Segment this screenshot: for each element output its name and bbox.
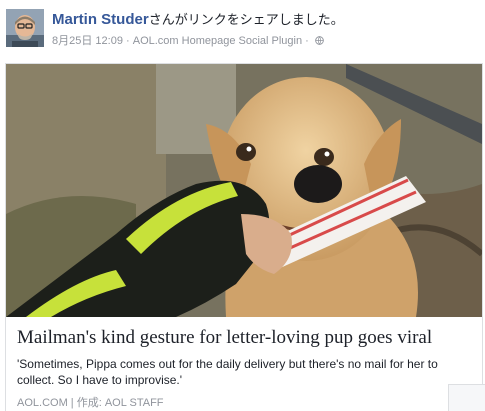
post-source-link[interactable]: AOL.com Homepage Social Plugin: [133, 35, 302, 47]
article-byline: 作成: AOL STAFF: [76, 397, 164, 409]
partial-side-widget: [448, 384, 485, 411]
meta-separator: ·: [126, 35, 130, 47]
article-title-link[interactable]: Mailman's kind gesture for letter-loving…: [17, 326, 477, 350]
article-description: 'Sometimes, Pippa comes out for the dail…: [17, 357, 438, 387]
user-avatar[interactable]: [6, 9, 44, 47]
share-action-text: さんがリンクをシェアしました。: [148, 13, 344, 28]
link-preview-card[interactable]: Mailman's kind gesture for letter-loving…: [5, 63, 483, 411]
post-meta: 8月25日 12:09 · AOL.com Homepage Social Pl…: [52, 34, 324, 48]
article-photo[interactable]: [6, 64, 482, 317]
post-headline: Martin Studerさんがリンクをシェアしました。: [52, 11, 344, 30]
author-name-link[interactable]: Martin Studer: [52, 11, 149, 28]
meta-separator-2: ·: [305, 35, 309, 47]
card-text: Mailman's kind gesture for letter-loving…: [17, 326, 477, 410]
globe-icon[interactable]: [315, 36, 324, 45]
post-header: Martin Studerさんがリンクをシェアしました。 8月25日 12:09…: [0, 0, 485, 62]
source-divider: |: [70, 397, 74, 409]
article-site: AOL.COM: [17, 397, 68, 409]
post-timestamp[interactable]: 8月25日 12:09: [52, 35, 123, 47]
article-source-line: AOL.COM | 作成: AOL STAFF: [17, 396, 477, 410]
